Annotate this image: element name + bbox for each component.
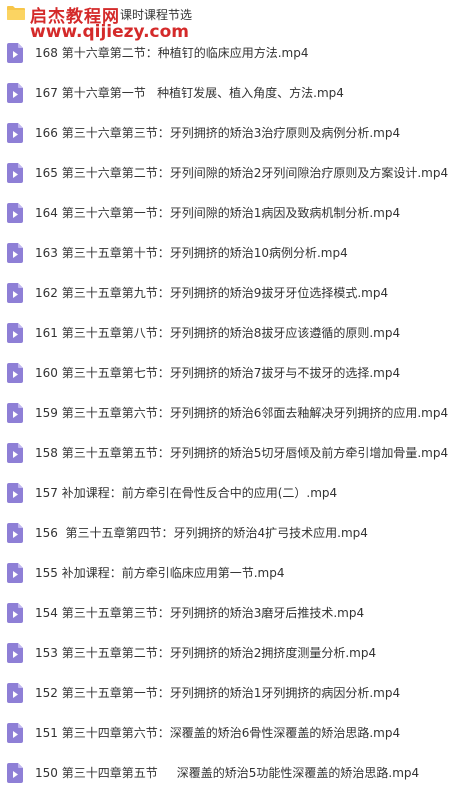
file-name: 155 补加课程：前方牵引临床应用第一节.mp4 — [35, 566, 285, 580]
video-file-icon — [7, 723, 23, 743]
video-file-icon — [7, 163, 23, 183]
file-item[interactable]: 150 第三十四章第五节 深覆盖的矫治5功能性深覆盖的矫治思路.mp4 — [0, 753, 465, 790]
file-name: 161 第三十五章第八节：牙列拥挤的矫治8拔牙应该遵循的原则.mp4 — [35, 326, 401, 340]
file-item[interactable]: 166 第三十六章第三节：牙列拥挤的矫治3治疗原则及病例分析.mp4 — [0, 113, 465, 153]
video-file-icon — [7, 523, 23, 543]
file-name: 160 第三十五章第七节：牙列拥挤的矫治7拔牙与不拔牙的选择.mp4 — [35, 366, 401, 380]
file-item[interactable]: 154 第三十五章第三节：牙列拥挤的矫治3磨牙后推技术.mp4 — [0, 593, 465, 633]
file-name: 163 第三十五章第十节：牙列拥挤的矫治10病例分析.mp4 — [35, 246, 348, 260]
file-name: 157 补加课程：前方牵引在骨性反合中的应用(二）.mp4 — [35, 486, 338, 500]
file-item[interactable]: 164 第三十六章第一节：牙列间隙的矫治1病因及致病机制分析.mp4 — [0, 193, 465, 233]
file-item[interactable]: 167 第十六章第一节 种植钉发展、植入角度、方法.mp4 — [0, 73, 465, 113]
file-name: 166 第三十六章第三节：牙列拥挤的矫治3治疗原则及病例分析.mp4 — [35, 126, 401, 140]
file-item[interactable]: 168 第十六章第二节：种植钉的临床应用方法.mp4 — [0, 33, 465, 73]
file-item[interactable]: 160 第三十五章第七节：牙列拥挤的矫治7拔牙与不拔牙的选择.mp4 — [0, 353, 465, 393]
file-item[interactable]: 157 补加课程：前方牵引在骨性反合中的应用(二）.mp4 — [0, 473, 465, 513]
file-name: 164 第三十六章第一节：牙列间隙的矫治1病因及致病机制分析.mp4 — [35, 206, 401, 220]
video-file-icon — [7, 483, 23, 503]
file-item[interactable]: 156 第三十五章第四节：牙列拥挤的矫治4扩弓技术应用.mp4 — [0, 513, 465, 553]
file-name: 159 第三十五章第六节：牙列拥挤的矫治6邻面去釉解决牙列拥挤的应用.mp4 — [35, 406, 449, 420]
file-item[interactable]: 155 补加课程：前方牵引临床应用第一节.mp4 — [0, 553, 465, 593]
file-name: 154 第三十五章第三节：牙列拥挤的矫治3磨牙后推技术.mp4 — [35, 606, 365, 620]
file-item[interactable]: 163 第三十五章第十节：牙列拥挤的矫治10病例分析.mp4 — [0, 233, 465, 273]
file-list: 168 第十六章第二节：种植钉的临床应用方法.mp4 167 第十六章第一节 种植… — [0, 33, 465, 790]
video-file-icon — [7, 123, 23, 143]
video-file-icon — [7, 643, 23, 663]
file-name: 167 第十六章第一节 种植钉发展、植入角度、方法.mp4 — [35, 86, 344, 100]
video-file-icon — [7, 563, 23, 583]
video-file-icon — [7, 323, 23, 343]
file-name: 168 第十六章第二节：种植钉的临床应用方法.mp4 — [35, 46, 309, 60]
file-item[interactable]: 158 第三十五章第五节：牙列拥挤的矫治5切牙唇倾及前方牵引增加骨量.mp4 — [0, 433, 465, 473]
file-name: 152 第三十五章第一节：牙列拥挤的矫治1牙列拥挤的病因分析.mp4 — [35, 686, 401, 700]
video-file-icon — [7, 403, 23, 423]
video-file-icon — [7, 603, 23, 623]
folder-header: 课时课程节选 启杰教程网 www.qijiezy.com — [0, 0, 465, 42]
file-item[interactable]: 152 第三十五章第一节：牙列拥挤的矫治1牙列拥挤的病因分析.mp4 — [0, 673, 465, 713]
file-item[interactable]: 165 第三十六章第二节：牙列间隙的矫治2牙列间隙治疗原则及方案设计.mp4 — [0, 153, 465, 193]
video-file-icon — [7, 83, 23, 103]
file-item[interactable]: 161 第三十五章第八节：牙列拥挤的矫治8拔牙应该遵循的原则.mp4 — [0, 313, 465, 353]
video-file-icon — [7, 763, 23, 783]
video-file-icon — [7, 443, 23, 463]
folder-icon[interactable] — [6, 5, 26, 21]
file-name: 162 第三十五章第九节：牙列拥挤的矫治9拔牙牙位选择模式.mp4 — [35, 286, 389, 300]
file-name: 158 第三十五章第五节：牙列拥挤的矫治5切牙唇倾及前方牵引增加骨量.mp4 — [35, 446, 449, 460]
file-item[interactable]: 162 第三十五章第九节：牙列拥挤的矫治9拔牙牙位选择模式.mp4 — [0, 273, 465, 313]
file-name: 156 第三十五章第四节：牙列拥挤的矫治4扩弓技术应用.mp4 — [35, 526, 368, 540]
file-name: 165 第三十六章第二节：牙列间隙的矫治2牙列间隙治疗原则及方案设计.mp4 — [35, 166, 449, 180]
video-file-icon — [7, 243, 23, 263]
file-item[interactable]: 153 第三十五章第二节：牙列拥挤的矫治2拥挤度测量分析.mp4 — [0, 633, 465, 673]
file-name: 150 第三十四章第五节 深覆盖的矫治5功能性深覆盖的矫治思路.mp4 — [35, 766, 420, 780]
video-file-icon — [7, 43, 23, 63]
video-file-icon — [7, 363, 23, 383]
video-file-icon — [7, 283, 23, 303]
folder-title[interactable]: 课时课程节选 — [120, 6, 192, 23]
video-file-icon — [7, 683, 23, 703]
file-browser: 课时课程节选 启杰教程网 www.qijiezy.com 168 第十六章第二节… — [0, 0, 465, 790]
file-item[interactable]: 151 第三十四章第六节：深覆盖的矫治6骨性深覆盖的矫治思路.mp4 — [0, 713, 465, 753]
file-item[interactable]: 159 第三十五章第六节：牙列拥挤的矫治6邻面去釉解决牙列拥挤的应用.mp4 — [0, 393, 465, 433]
file-name: 151 第三十四章第六节：深覆盖的矫治6骨性深覆盖的矫治思路.mp4 — [35, 726, 401, 740]
video-file-icon — [7, 203, 23, 223]
file-name: 153 第三十五章第二节：牙列拥挤的矫治2拥挤度测量分析.mp4 — [35, 646, 377, 660]
